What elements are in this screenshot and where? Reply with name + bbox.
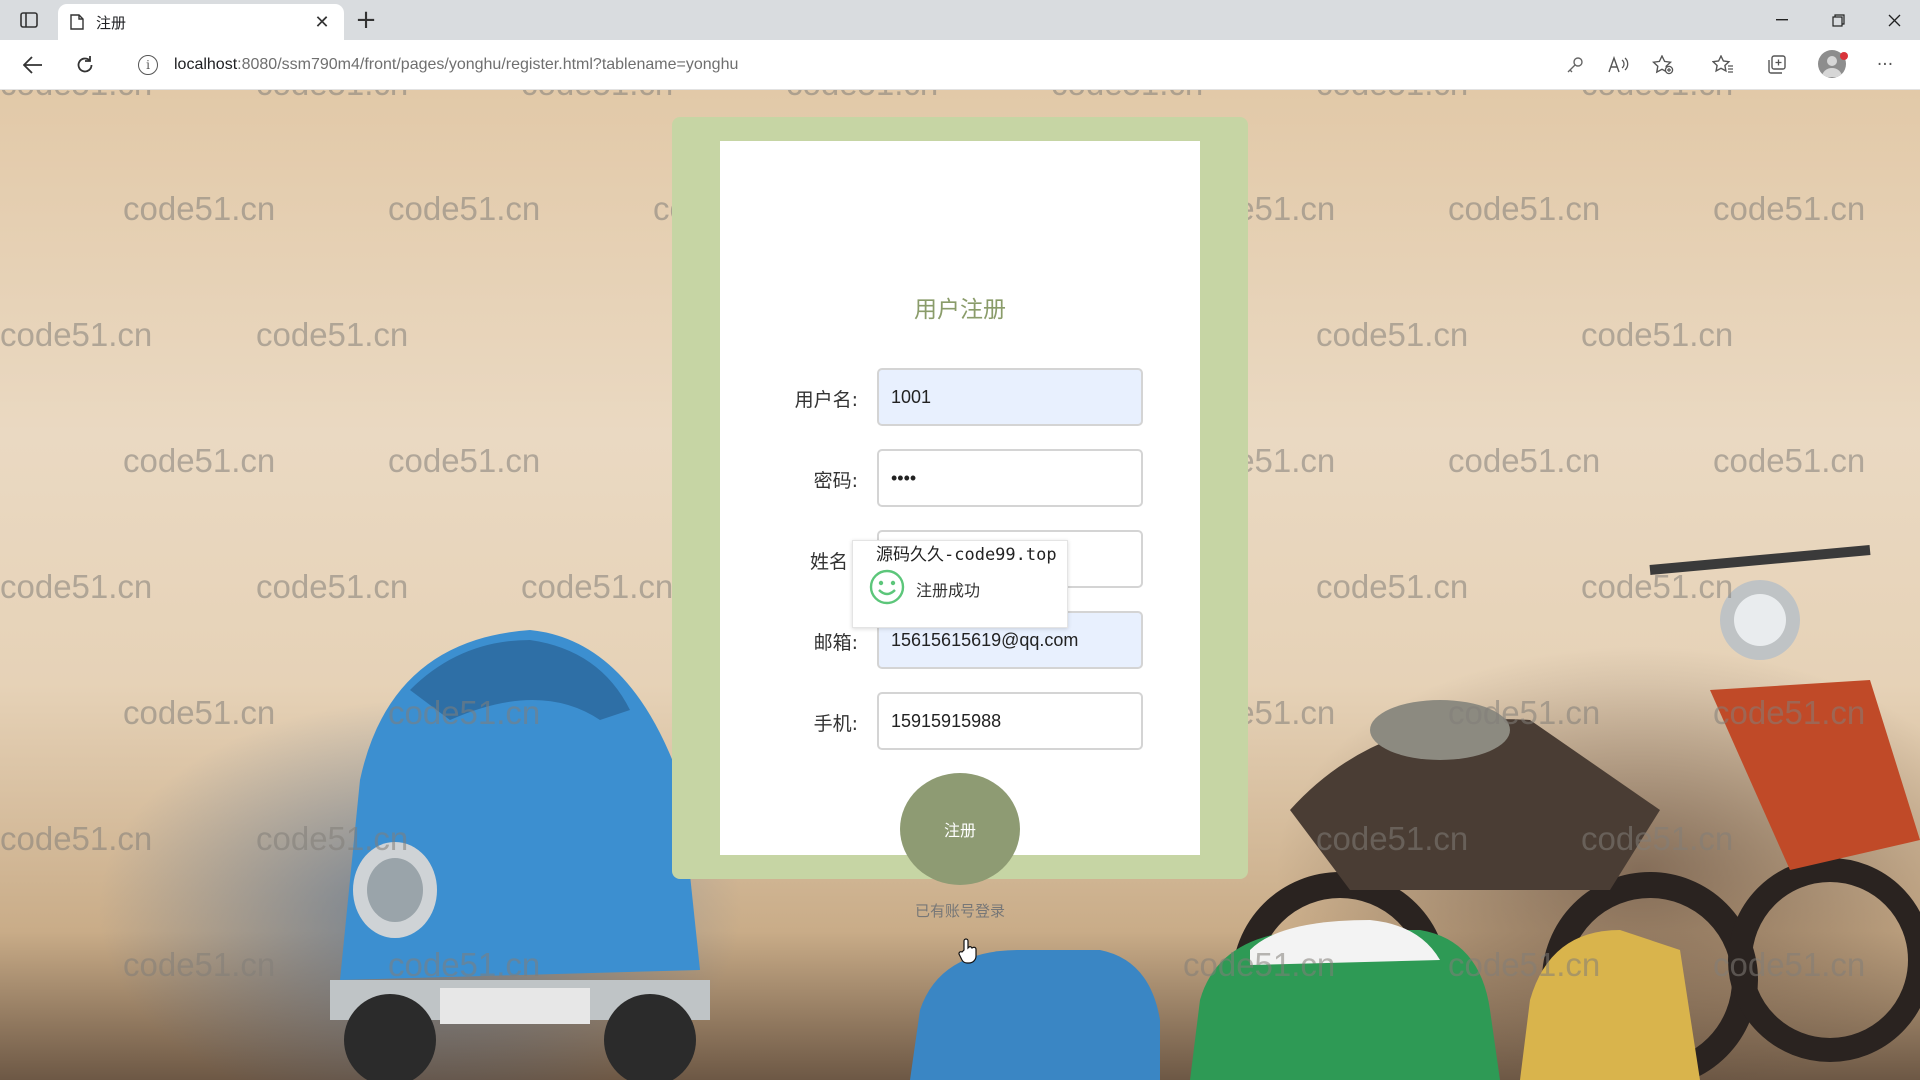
register-button[interactable]: 注册 <box>900 773 1020 885</box>
name-label: 姓名 <box>809 551 848 573</box>
toast-title: 源码久久-code99.top <box>876 545 1057 565</box>
hand-cursor-icon <box>958 938 977 964</box>
username-label: 用户名: <box>794 389 858 411</box>
minimize-icon[interactable] <box>1754 0 1810 40</box>
watermark: code51.cn <box>1316 316 1469 353</box>
watermark: code51.cn <box>0 820 153 857</box>
document-icon <box>70 14 84 30</box>
url-text: localhost:8080/ssm790m4/front/pages/yong… <box>174 56 738 74</box>
watermark: code51.cn <box>0 316 153 353</box>
watermark: code51.cn <box>1051 90 1203 103</box>
login-link[interactable]: 已有账号登录 <box>720 900 1200 921</box>
watermark: code51.cn <box>388 442 541 479</box>
close-window-icon[interactable] <box>1866 0 1920 40</box>
phone-input[interactable] <box>877 692 1143 750</box>
notification-dot <box>1840 52 1848 60</box>
site-info-icon[interactable]: i <box>138 55 158 75</box>
toy-taxis-image <box>910 920 1700 1080</box>
watermark: code51.cn <box>1448 442 1601 479</box>
more-options-icon[interactable]: ··· <box>1872 52 1898 78</box>
watermark: code51.cn <box>123 946 276 983</box>
toast-message: 注册成功 <box>916 581 981 600</box>
watermark: code51.cn <box>1713 442 1866 479</box>
password-label: 密码: <box>813 470 858 492</box>
watermark: code51.cn <box>1581 316 1734 353</box>
watermark: code51.cn <box>786 90 938 103</box>
url-host: localhost <box>174 56 238 73</box>
phone-label: 手机: <box>813 713 858 735</box>
close-tab-icon[interactable]: ✕ <box>312 12 332 33</box>
favorites-icon[interactable] <box>1710 52 1736 78</box>
watermark: code51.cn <box>123 190 276 227</box>
smiley-icon <box>869 569 905 605</box>
url-field[interactable]: i localhost:8080/ssm790m4/front/pages/yo… <box>122 46 1682 84</box>
watermark: code51.cn <box>1448 190 1601 227</box>
watermark: code51.cn <box>256 90 408 103</box>
back-arrow-icon[interactable] <box>18 50 48 80</box>
new-tab-icon[interactable]: + <box>352 6 380 34</box>
read-aloud-icon[interactable] <box>1606 52 1632 78</box>
browser-tab-bar: 注册 ✕ + <box>0 0 1920 40</box>
browser-tab[interactable]: 注册 ✕ <box>58 4 344 40</box>
watermark: code51.cn <box>123 694 276 731</box>
tab-title: 注册 <box>96 13 127 32</box>
watermark: code51.cn <box>1581 90 1733 103</box>
watermark: code51.cn <box>388 190 541 227</box>
collections-icon[interactable] <box>1764 52 1790 78</box>
email-label: 邮箱: <box>813 632 858 654</box>
restore-icon[interactable] <box>1810 0 1866 40</box>
password-input[interactable] <box>877 449 1143 507</box>
watermark: code51.cn <box>256 316 409 353</box>
add-favorite-icon[interactable] <box>1650 52 1676 78</box>
address-bar: i localhost:8080/ssm790m4/front/pages/yo… <box>0 40 1920 90</box>
watermark: code51.cn <box>123 442 276 479</box>
watermark: code51.cn <box>1316 90 1468 103</box>
tab-actions-icon[interactable] <box>14 8 44 32</box>
watermark: code51.cn <box>1713 190 1866 227</box>
watermark: code51.cn <box>0 568 153 605</box>
watermark: code51.cn <box>521 90 673 103</box>
username-input[interactable] <box>877 368 1143 426</box>
form-title: 用户注册 <box>914 297 1006 323</box>
toy-car-image <box>330 630 710 1080</box>
key-icon[interactable] <box>1562 52 1588 78</box>
watermark: code51.cn <box>0 90 152 103</box>
url-path: :8080/ssm790m4/front/pages/yonghu/regist… <box>237 56 739 73</box>
reload-icon[interactable] <box>70 50 100 80</box>
